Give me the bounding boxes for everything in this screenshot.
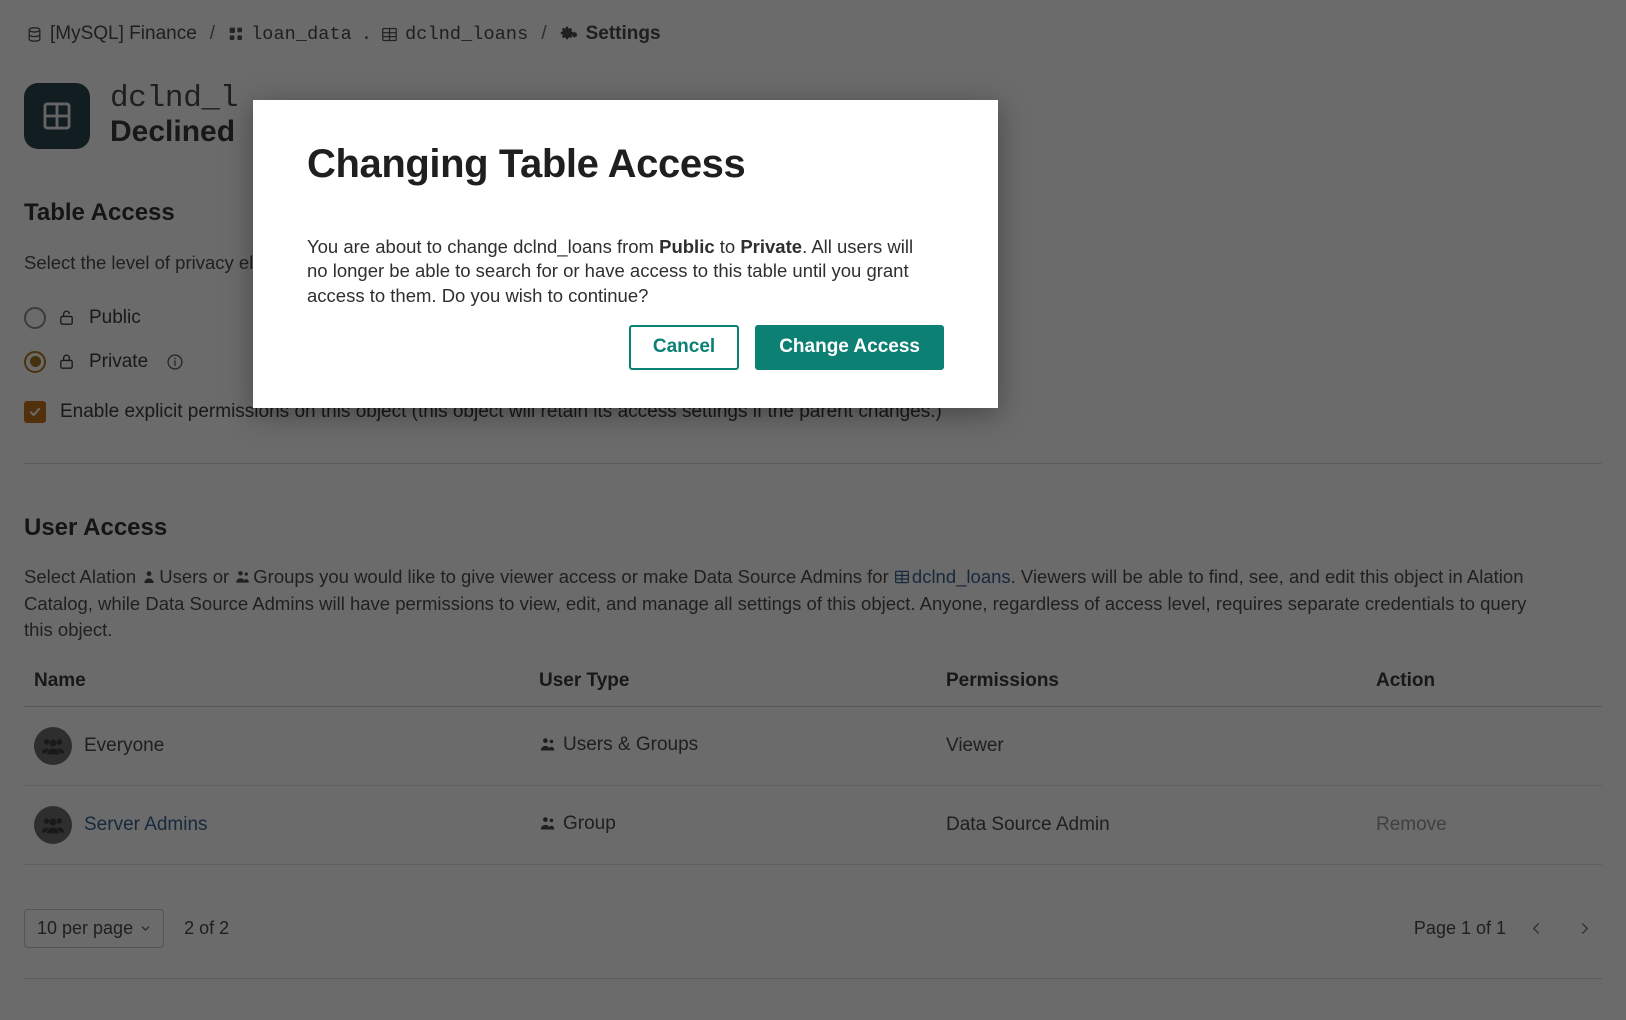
changing-table-access-dialog: Changing Table Access You are about to c… <box>253 100 998 408</box>
dialog-title: Changing Table Access <box>307 142 746 186</box>
dialog-message-from: Public <box>659 236 715 257</box>
cancel-button[interactable]: Cancel <box>628 325 740 370</box>
dialog-actions: Cancel Change Access <box>307 325 944 370</box>
change-access-button[interactable]: Change Access <box>755 325 944 370</box>
dialog-message-part-1: You are about to change dclnd_loans from <box>307 236 660 257</box>
dialog-message-to: Private <box>740 236 803 257</box>
dialog-message: You are about to change dclnd_loans from… <box>307 235 915 308</box>
dialog-message-part-2: to <box>714 236 741 257</box>
